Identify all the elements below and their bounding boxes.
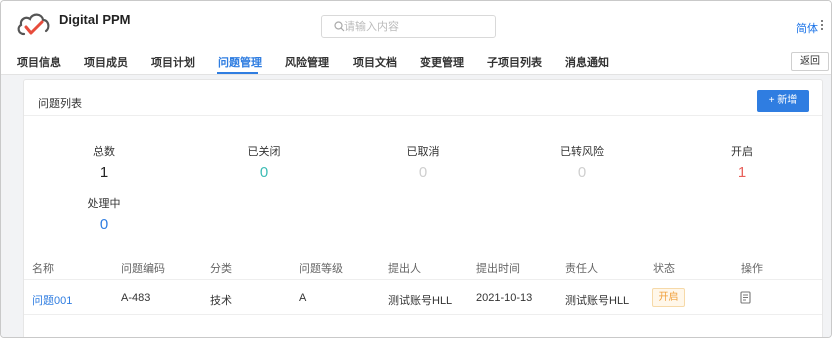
issue-category: 技术	[210, 295, 232, 307]
add-issue-button[interactable]: + 新增	[757, 90, 809, 112]
stat-value: 0	[577, 164, 587, 181]
top-header: Digital PPM 简体	[1, 1, 831, 47]
edit-icon[interactable]	[740, 291, 752, 304]
column-header: 责任人	[565, 263, 598, 275]
table-row: 问题001 A-483 技术 A 测试账号HLL 2021-10-13 测试账号…	[24, 280, 822, 315]
column-header: 名称	[32, 263, 54, 275]
tab-project-info[interactable]: 项目信息	[17, 54, 61, 70]
stat-label: 开启	[731, 146, 753, 158]
stat-converted-to-risk: 已转风险 0	[542, 143, 622, 181]
app-title: Digital PPM	[59, 12, 131, 27]
stat-closed: 已关闭 0	[224, 143, 304, 181]
stat-label: 总数	[93, 146, 115, 158]
stat-label: 已转风险	[560, 146, 604, 158]
tab-subproject-list[interactable]: 子项目列表	[487, 54, 542, 70]
back-button[interactable]: 返回	[791, 52, 829, 71]
panel-header: 问题列表 + 新增	[24, 80, 822, 116]
issue-name-link[interactable]: 问题001	[32, 292, 72, 308]
column-header: 分类	[210, 263, 232, 275]
issue-list-panel: 问题列表 + 新增 总数 1 已关闭 0 已取消 0 已转风险 0 开启 1 处…	[23, 79, 823, 337]
column-header: 状态	[653, 263, 675, 275]
active-tab-indicator	[217, 72, 258, 74]
table-header: 名称 问题编码 分类 问题等级 提出人 提出时间 责任人 状态 操作	[24, 252, 822, 280]
tab-change-management[interactable]: 变更管理	[420, 54, 464, 70]
status-badge: 开启	[652, 288, 685, 307]
stat-cancelled: 已取消 0	[383, 143, 463, 181]
tab-project-members[interactable]: 项目成员	[84, 54, 128, 70]
search-box[interactable]	[321, 15, 496, 38]
stat-open: 开启 1	[702, 143, 782, 181]
stat-value: 1	[99, 164, 109, 181]
tab-notifications[interactable]: 消息通知	[565, 54, 609, 70]
column-header: 操作	[741, 263, 763, 275]
issue-code: A-483	[121, 292, 151, 304]
tab-project-plan[interactable]: 项目计划	[151, 54, 195, 70]
column-header: 问题编码	[121, 263, 165, 275]
column-header: 提出时间	[476, 263, 520, 275]
issue-owner: 测试账号HLL	[565, 295, 630, 307]
stat-value: 1	[737, 164, 747, 181]
tab-project-documents[interactable]: 项目文档	[353, 54, 397, 70]
more-menu-icon[interactable]	[819, 20, 825, 32]
issue-date: 2021-10-13	[476, 292, 533, 304]
search-input[interactable]	[344, 18, 489, 36]
language-switch[interactable]: 简体	[796, 20, 818, 36]
stat-label: 处理中	[87, 198, 121, 210]
main-content: 问题列表 + 新增 总数 1 已关闭 0 已取消 0 已转风险 0 开启 1 处…	[1, 75, 831, 337]
stat-total: 总数 1	[64, 143, 144, 181]
stat-label: 已取消	[406, 146, 440, 158]
column-header: 问题等级	[299, 263, 343, 275]
tab-issue-management[interactable]: 问题管理	[218, 54, 262, 70]
stat-in-progress: 处理中 0	[64, 195, 144, 233]
panel-title: 问题列表	[38, 98, 82, 110]
stat-label: 已关闭	[247, 146, 281, 158]
app-window: Digital PPM 简体 项目信息 项目成员 项目计划 问题管理 风险管理 …	[0, 0, 832, 338]
cloud-check-logo-icon	[17, 13, 50, 36]
issue-level: A	[299, 292, 307, 304]
stat-value: 0	[259, 164, 269, 181]
column-header: 提出人	[388, 263, 421, 275]
issue-proposer: 测试账号HLL	[388, 295, 453, 307]
project-tabs: 项目信息 项目成员 项目计划 问题管理 风险管理 项目文档 变更管理 子项目列表…	[1, 47, 831, 75]
stat-value: 0	[99, 216, 109, 233]
tab-risk-management[interactable]: 风险管理	[285, 54, 329, 70]
stat-value: 0	[418, 164, 428, 181]
